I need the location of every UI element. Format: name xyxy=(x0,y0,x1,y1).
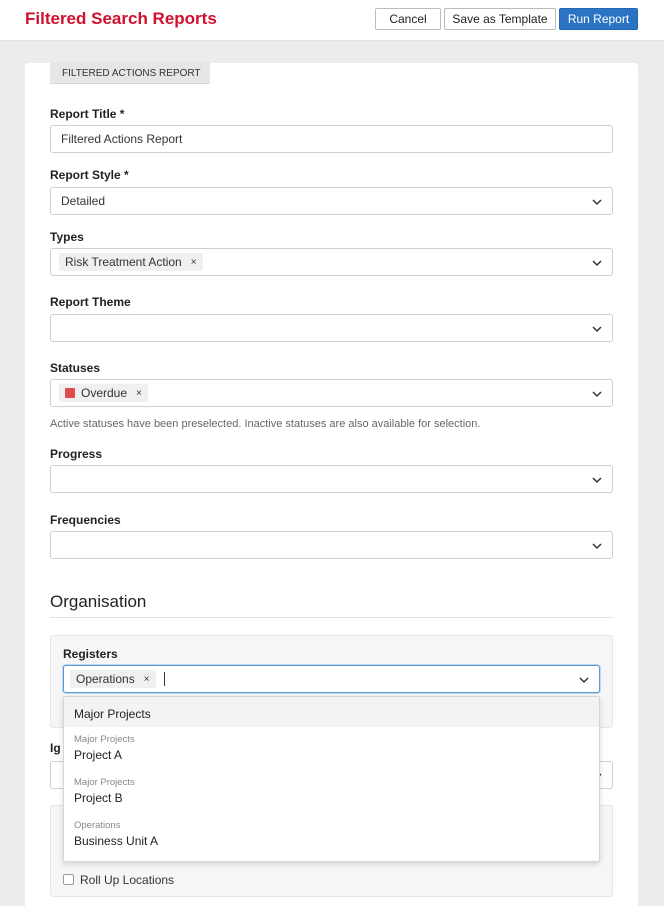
type-chip: Risk Treatment Action × xyxy=(59,253,203,271)
chevron-down-icon xyxy=(592,199,602,206)
remove-x-icon[interactable]: × xyxy=(191,257,197,268)
chevron-down-icon xyxy=(579,677,589,684)
option-group: Major Projects xyxy=(74,777,135,788)
cancel-button[interactable]: Cancel xyxy=(375,8,441,30)
register-chip-label: Operations xyxy=(76,672,135,686)
type-chip-label: Risk Treatment Action xyxy=(65,255,182,269)
registers-label: Registers xyxy=(63,647,118,661)
types-label: Types xyxy=(50,230,84,244)
roll-up-locations-label: Roll Up Locations xyxy=(80,873,175,887)
statuses-multiselect[interactable]: Overdue × xyxy=(50,379,613,407)
report-title-input[interactable]: Filtered Actions Report xyxy=(50,125,613,153)
registers-dropdown: Major Projects Major Projects Project A … xyxy=(63,696,600,862)
statuses-label: Statuses xyxy=(50,361,101,375)
status-chip: Overdue × xyxy=(59,384,148,402)
register-chip: Operations × xyxy=(70,670,156,688)
report-style-select[interactable]: Detailed xyxy=(50,187,613,215)
remove-x-icon[interactable]: × xyxy=(136,388,142,399)
report-style-value: Detailed xyxy=(61,194,106,208)
report-theme-select[interactable] xyxy=(50,314,613,342)
option-name: Project A xyxy=(74,748,123,762)
text-caret xyxy=(163,672,165,686)
statuses-hint: Active statuses have been preselected. I… xyxy=(50,418,481,430)
option-group: Major Projects xyxy=(74,734,135,745)
frequencies-select[interactable] xyxy=(50,531,613,559)
progress-select[interactable] xyxy=(50,465,613,493)
run-report-button[interactable]: Run Report xyxy=(559,8,638,30)
dropdown-option[interactable]: Major Projects Project B xyxy=(64,777,599,817)
organisation-heading: Organisation xyxy=(50,592,147,611)
chevron-down-icon xyxy=(592,260,602,267)
tab-filtered-actions-report[interactable]: FILTERED ACTIONS REPORT xyxy=(50,63,210,84)
dropdown-option[interactable]: Operations Business Unit A xyxy=(64,820,599,860)
frequencies-label: Frequencies xyxy=(50,513,121,527)
report-title-label: Report Title * xyxy=(50,107,125,121)
page-title: Filtered Search Reports xyxy=(25,9,217,28)
chevron-down-icon xyxy=(592,543,602,550)
remove-x-icon[interactable]: × xyxy=(144,674,150,685)
option-name: Project B xyxy=(74,791,123,805)
report-title-value: Filtered Actions Report xyxy=(61,132,183,146)
option-name: Business Unit A xyxy=(74,834,159,848)
status-chip-label: Overdue xyxy=(81,386,128,400)
dropdown-option[interactable]: Major Projects xyxy=(64,697,599,727)
status-color-swatch xyxy=(65,388,75,398)
option-name: Major Projects xyxy=(74,707,151,721)
dropdown-option[interactable]: Major Projects Project A xyxy=(64,734,599,774)
chevron-down-icon xyxy=(592,477,602,484)
chevron-down-icon xyxy=(592,326,602,333)
save-as-template-button[interactable]: Save as Template xyxy=(444,8,556,30)
report-theme-label: Report Theme xyxy=(50,295,131,309)
chevron-down-icon xyxy=(592,391,602,398)
header-bar: Filtered Search Reports Cancel Save as T… xyxy=(0,0,664,41)
partial-field-label: Ig xyxy=(50,741,61,755)
option-group: Operations xyxy=(74,820,121,831)
section-divider xyxy=(50,617,613,618)
checkbox-icon[interactable] xyxy=(63,874,74,885)
progress-label: Progress xyxy=(50,447,103,461)
report-style-label: Report Style * xyxy=(50,168,129,182)
registers-multiselect[interactable]: Operations × xyxy=(63,665,600,693)
types-multiselect[interactable]: Risk Treatment Action × xyxy=(50,248,613,276)
